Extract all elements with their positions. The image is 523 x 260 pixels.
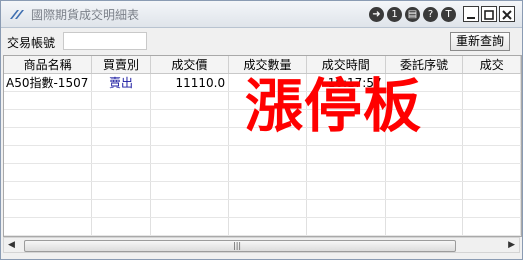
grip-icon: ||| (233, 241, 242, 250)
requery-button[interactable]: 重新查詢 (450, 32, 510, 51)
scroll-right-icon[interactable]: ▶ (508, 240, 515, 250)
cell-more (462, 73, 521, 92)
limit-up-stamp: 漲停板 (245, 72, 423, 140)
col-header-more[interactable]: 成交 (462, 56, 521, 74)
table-row[interactable] (4, 145, 521, 164)
horizontal-scrollbar[interactable]: ◀ ||| ▶ (3, 237, 520, 253)
scroll-left-icon[interactable]: ◀ (8, 240, 15, 250)
info-icon[interactable]: 1 (387, 7, 402, 22)
cell-side: 賣出 (91, 73, 151, 92)
table-row[interactable] (4, 181, 521, 200)
account-label: 交易帳號 (7, 36, 56, 50)
maximize-icon[interactable] (481, 6, 497, 22)
col-header-price[interactable]: 成交價 (150, 56, 230, 74)
font-icon[interactable]: T (441, 7, 456, 22)
minimize-icon[interactable] (463, 6, 479, 22)
logout-icon[interactable]: ➜ (369, 7, 384, 22)
table-row[interactable] (4, 199, 521, 218)
table-row[interactable] (4, 163, 521, 182)
cell-price: 11110.0 (150, 73, 230, 92)
window-title: 國際期貨成交明細表 (31, 8, 140, 22)
col-header-side[interactable]: 買賣別 (91, 56, 151, 74)
trade-detail-window: 國際期貨成交明細表 ➜ 1 ▤ ? T 交易帳號 重新查詢 商品名稱 買賣別 成… (0, 0, 523, 260)
print-icon[interactable]: ▤ (405, 7, 420, 22)
table-row[interactable] (4, 217, 521, 236)
scroll-thumb[interactable]: ||| (24, 240, 456, 252)
app-logo-icon (10, 10, 24, 19)
col-header-product[interactable]: 商品名稱 (4, 56, 93, 74)
close-icon[interactable] (499, 6, 515, 22)
cell-product: A50指數-1507 (4, 73, 93, 92)
query-toolbar: 交易帳號 重新查詢 (1, 28, 522, 54)
title-bar: 國際期貨成交明細表 ➜ 1 ▤ ? T (1, 1, 522, 28)
help-icon[interactable]: ? (423, 7, 438, 22)
account-input[interactable] (63, 32, 147, 50)
